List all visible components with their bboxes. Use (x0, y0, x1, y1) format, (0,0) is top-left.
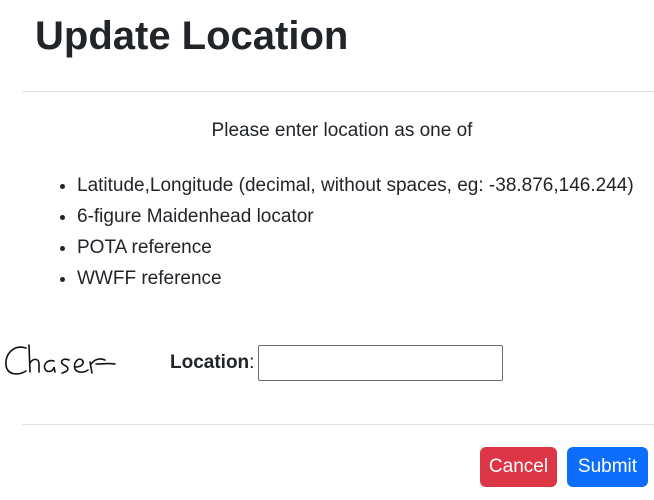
dialog-header: Update Location (0, 0, 654, 92)
list-item: Latitude,Longitude (decimal, without spa… (77, 170, 637, 201)
location-label-colon: : (249, 352, 255, 373)
location-field-row: Location : (170, 344, 504, 382)
location-label: Location (170, 352, 250, 373)
intro-text: Please enter location as one of (211, 120, 473, 141)
update-location-dialog: Update Location Please enter location as… (0, 0, 654, 500)
cancel-button[interactable]: Cancel (480, 447, 557, 487)
dialog-title: Update Location (35, 14, 349, 58)
handwritten-signature (5, 344, 116, 375)
list-item: WWFF reference (77, 263, 637, 294)
list-item: POTA reference (77, 232, 637, 263)
location-input[interactable] (258, 345, 504, 381)
submit-button[interactable]: Submit (567, 447, 648, 487)
footer-divider (22, 424, 654, 425)
list-item: 6-figure Maidenhead locator (77, 201, 637, 232)
header-divider (22, 91, 654, 92)
location-format-list: Latitude,Longitude (decimal, without spa… (37, 170, 637, 294)
